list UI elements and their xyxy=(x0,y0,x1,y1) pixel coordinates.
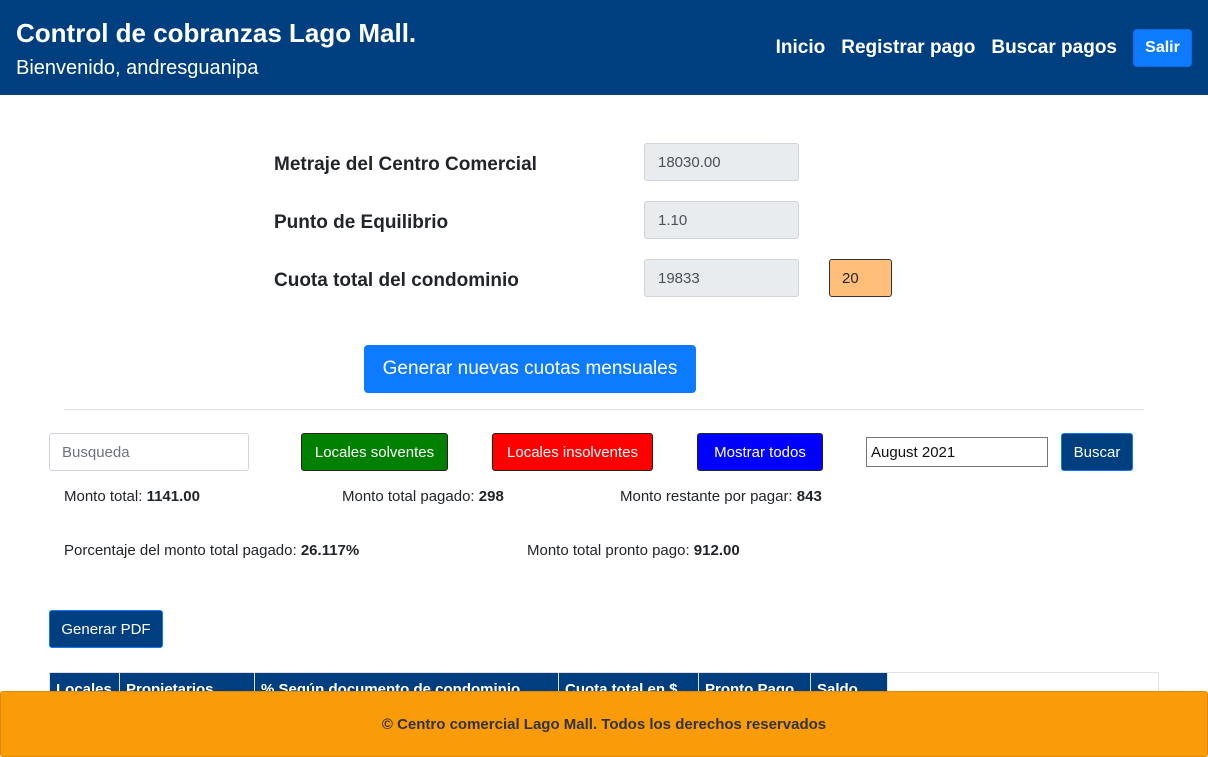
logout-button[interactable]: Salir xyxy=(1133,29,1192,67)
early-payment-label: Monto total pronto pago: xyxy=(527,542,690,559)
equilibrio-label: Punto de Equilibrio xyxy=(274,212,449,233)
paid-amount-stat: Monto total pagado: 298 xyxy=(342,488,504,505)
search-input[interactable]: Busqueda xyxy=(49,433,249,471)
early-payment-stat: Monto total pronto pago: 912.00 xyxy=(527,542,740,559)
cuota-label: Cuota total del condominio xyxy=(274,270,519,291)
footer-text: © Centro comercial Lago Mall. Todos los … xyxy=(381,715,827,733)
nav-inicio-link[interactable]: Inicio xyxy=(776,37,826,59)
equilibrio-field: 1.10 xyxy=(644,201,799,239)
remaining-amount-stat: Monto restante por pagar: 843 xyxy=(620,488,822,505)
paid-amount-label: Monto total pagado: xyxy=(342,488,475,505)
remaining-amount-value: 843 xyxy=(796,488,822,505)
total-amount-value: 1141.00 xyxy=(146,488,200,505)
cuota-extra-input[interactable]: 20 xyxy=(829,259,892,297)
metraje-label: Metraje del Centro Comercial xyxy=(274,154,537,175)
cuota-field: 19833 xyxy=(644,259,799,297)
show-all-button[interactable]: Mostrar todos xyxy=(697,433,823,471)
app-title: Control de cobranzas Lago Mall. xyxy=(16,18,417,48)
early-payment-value: 912.00 xyxy=(693,542,740,559)
generate-pdf-button[interactable]: Generar PDF xyxy=(49,610,163,648)
total-amount-stat: Monto total: 1141.00 xyxy=(64,488,200,505)
month-picker[interactable]: August 2021 xyxy=(866,437,1048,467)
welcome-message: Bienvenido, andresguanipa xyxy=(16,57,259,79)
paid-percentage-stat: Porcentaje del monto total pagado: 26.11… xyxy=(64,542,359,559)
metraje-field: 18030.00 xyxy=(644,143,799,181)
solvent-locales-button[interactable]: Locales solventes xyxy=(301,433,448,471)
search-button[interactable]: Buscar xyxy=(1061,433,1133,471)
total-amount-label: Monto total: xyxy=(64,488,143,505)
paid-percentage-label: Porcentaje del monto total pagado: xyxy=(64,542,297,559)
nav-registrar-pago-link[interactable]: Registrar pago xyxy=(841,37,975,59)
paid-percentage-value: 26.117% xyxy=(300,542,360,559)
insolvent-locales-button[interactable]: Locales insolventes xyxy=(492,433,653,471)
footer: © Centro comercial Lago Mall. Todos los … xyxy=(0,691,1208,757)
divider xyxy=(64,409,1144,410)
paid-amount-value: 298 xyxy=(478,488,504,505)
nav-menu: Inicio Registrar pago Buscar pagos Salir xyxy=(776,29,1192,67)
remaining-amount-label: Monto restante por pagar: xyxy=(620,488,793,505)
generate-fees-button[interactable]: Generar nuevas cuotas mensuales xyxy=(364,345,696,393)
nav-buscar-pagos-link[interactable]: Buscar pagos xyxy=(991,37,1117,59)
top-navbar: Control de cobranzas Lago Mall. Bienveni… xyxy=(0,0,1208,95)
